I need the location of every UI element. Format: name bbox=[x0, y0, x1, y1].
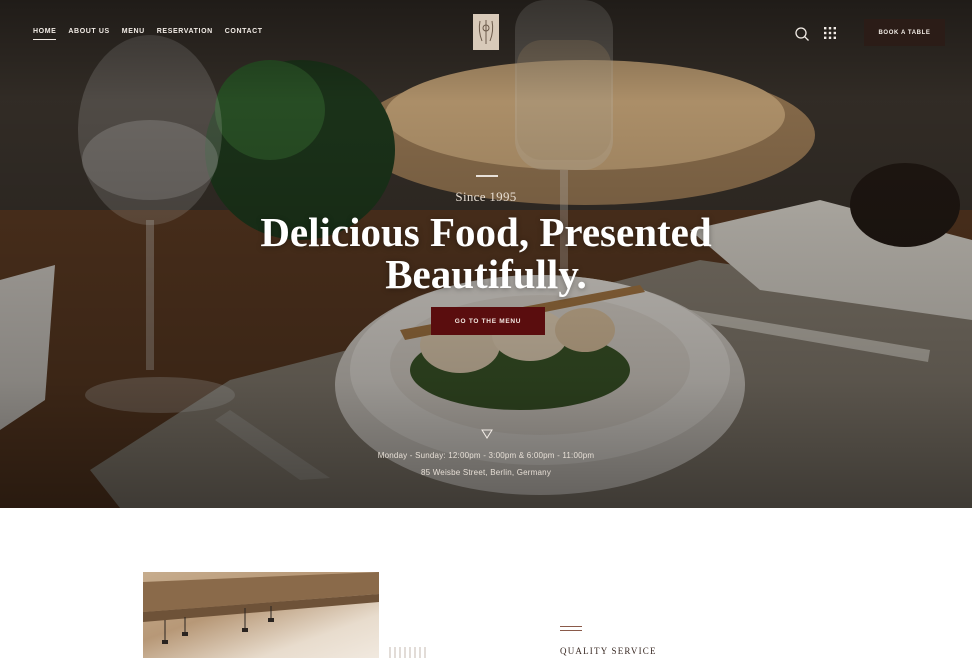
nav-reservation[interactable]: RESERVATION bbox=[157, 28, 213, 39]
headline-line-2: Beautifully. bbox=[385, 251, 587, 297]
grid-menu-icon[interactable] bbox=[824, 27, 836, 39]
nav-menu[interactable]: MENU bbox=[122, 28, 145, 39]
eyebrow-divider bbox=[476, 175, 498, 177]
quality-service-label: QUALITY SERVICE bbox=[560, 646, 657, 656]
headline-line-1: Delicious Food, Presented bbox=[260, 209, 712, 255]
about-photo bbox=[143, 572, 379, 658]
since-label: Since 1995 bbox=[455, 189, 517, 204]
nav-about-us[interactable]: ABOUT US bbox=[68, 28, 109, 39]
nav-contact[interactable]: CONTACT bbox=[225, 28, 263, 39]
hero-headline: Delicious Food, Presented Beautifully. bbox=[186, 211, 786, 295]
decorative-bars bbox=[389, 647, 426, 658]
hero-section: HOME ABOUT US MENU RESERVATION CONTACT B… bbox=[0, 0, 972, 508]
go-to-menu-button[interactable]: GO TO THE MENU bbox=[431, 307, 545, 335]
nav-home[interactable]: HOME bbox=[33, 28, 57, 40]
interior-photo-art bbox=[143, 572, 379, 644]
site-logo[interactable] bbox=[473, 14, 499, 50]
quality-divider-bottom bbox=[560, 630, 582, 631]
search-icon[interactable] bbox=[794, 26, 810, 42]
opening-hours: Monday - Sunday: 12:00pm - 3:00pm & 6:00… bbox=[377, 451, 595, 460]
book-a-table-button[interactable]: BOOK A TABLE bbox=[864, 19, 945, 46]
quality-divider-top bbox=[560, 626, 582, 627]
logo-mark-icon bbox=[478, 20, 494, 44]
address-text: 85 Weisbe Street, Berlin, Germany bbox=[420, 468, 552, 477]
scroll-down-icon[interactable] bbox=[481, 429, 493, 439]
main-nav: HOME ABOUT US MENU RESERVATION CONTACT bbox=[33, 28, 263, 40]
